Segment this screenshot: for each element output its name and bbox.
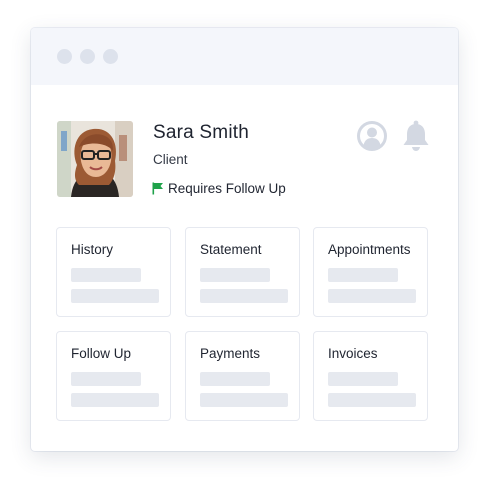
placeholder-bar <box>200 289 288 303</box>
flag-icon <box>152 182 164 195</box>
card-title: Appointments <box>328 242 411 257</box>
user-circle-icon[interactable] <box>357 121 387 151</box>
follow-up-card[interactable]: Follow Up <box>56 331 171 421</box>
placeholder-bar <box>328 372 398 386</box>
window-control-dot[interactable] <box>103 49 118 64</box>
client-name: Sara Smith <box>153 122 249 143</box>
placeholder-bar <box>328 393 416 407</box>
card-title: History <box>71 242 114 257</box>
card-title: Invoices <box>328 346 378 361</box>
window-control-dot[interactable] <box>57 49 72 64</box>
placeholder-bar <box>328 268 398 282</box>
client-role: Client <box>153 152 188 167</box>
invoices-card[interactable]: Invoices <box>313 331 428 421</box>
status-label: Requires Follow Up <box>168 181 286 196</box>
placeholder-bar <box>71 393 159 407</box>
placeholder-bar <box>71 289 159 303</box>
card-title: Follow Up <box>71 346 132 361</box>
window-control-dot[interactable] <box>80 49 95 64</box>
statement-card[interactable]: Statement <box>185 227 300 317</box>
appointments-card[interactable]: Appointments <box>313 227 428 317</box>
app-window: Sara Smith Client Requires Follow Up His… <box>31 28 458 451</box>
placeholder-bar <box>200 372 270 386</box>
bell-icon[interactable] <box>402 120 430 152</box>
placeholder-bar <box>328 289 416 303</box>
payments-card[interactable]: Payments <box>185 331 300 421</box>
placeholder-bar <box>71 268 141 282</box>
follow-up-status[interactable]: Requires Follow Up <box>152 181 286 196</box>
placeholder-bar <box>71 372 141 386</box>
card-title: Statement <box>200 242 262 257</box>
history-card[interactable]: History <box>56 227 171 317</box>
profile-avatar <box>57 121 133 197</box>
placeholder-bar <box>200 393 288 407</box>
card-title: Payments <box>200 346 261 361</box>
window-titlebar <box>31 28 458 85</box>
placeholder-bar <box>200 268 270 282</box>
